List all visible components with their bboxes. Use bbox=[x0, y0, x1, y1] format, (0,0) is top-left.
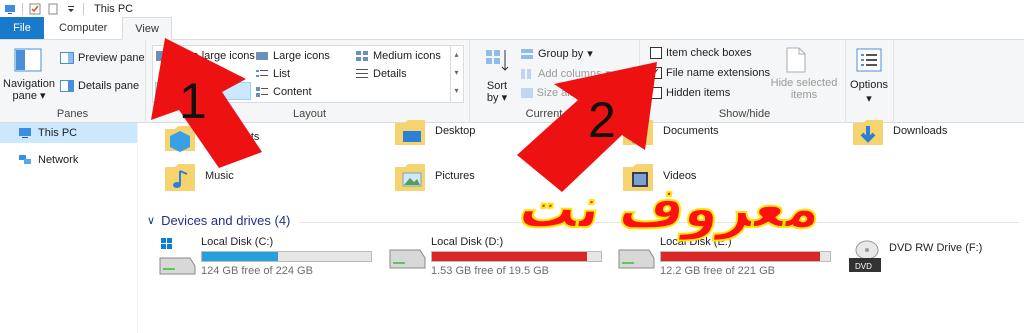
layout-gallery-scroll[interactable]: ▴ ▾ ▾ bbox=[450, 46, 462, 102]
drive-c[interactable]: Local Disk (C:) 124 GB free of 224 GB bbox=[157, 236, 387, 280]
layout-details[interactable]: Details bbox=[355, 68, 407, 80]
navigation-pane-label: Navigation pane bbox=[3, 78, 55, 102]
tab-view[interactable]: View bbox=[122, 17, 172, 40]
drive-name: DVD RW Drive (F:) bbox=[889, 242, 983, 254]
group-by-button[interactable]: Group by ▾ bbox=[520, 47, 593, 60]
drive-d[interactable]: Local Disk (D:) 1.53 GB free of 19.5 GB bbox=[387, 236, 617, 280]
sort-by-icon bbox=[484, 48, 510, 79]
drive-usage-bar bbox=[660, 251, 831, 262]
show-hide-group: Item check boxes ✓ File name extensions … bbox=[644, 40, 846, 123]
details-pane-button[interactable]: Details pane bbox=[60, 80, 139, 92]
nav-item-network[interactable]: Network bbox=[0, 150, 137, 170]
nav-item-this-pc[interactable]: This PC bbox=[0, 123, 137, 143]
separator bbox=[83, 3, 84, 15]
customize-quick-access-icon[interactable] bbox=[65, 3, 77, 15]
watermark-text: معروف نت bbox=[514, 175, 826, 242]
hidden-items-checkbox[interactable] bbox=[650, 87, 662, 99]
drive-usage-fill bbox=[202, 252, 279, 261]
system-drive-icon bbox=[159, 238, 196, 275]
size-all-columns-button[interactable]: Size all columns to fit bbox=[520, 87, 640, 99]
folder-desktop[interactable]: Desktop bbox=[393, 115, 475, 147]
drive-f[interactable]: DVD DVD RW Drive (F:) bbox=[845, 236, 1024, 280]
new-folder-icon[interactable] bbox=[47, 3, 59, 15]
desktop-folder-icon bbox=[395, 120, 425, 145]
downloads-folder-icon bbox=[853, 120, 883, 145]
drive-usage-fill bbox=[432, 252, 588, 261]
current-view-group: Sort by ▾ Group by ▾ Add columns ▾ Size … bbox=[474, 40, 640, 123]
panes-group-label: Panes bbox=[56, 108, 89, 120]
add-columns-button[interactable]: Add columns ▾ bbox=[520, 67, 611, 80]
preview-pane-label: Preview pane bbox=[78, 52, 145, 64]
options-icon bbox=[856, 48, 882, 77]
file-name-extensions-checkbox[interactable]: ✓ bbox=[650, 67, 662, 79]
preview-pane-icon bbox=[60, 52, 74, 64]
devices-section-title: Devices and drives (4) bbox=[161, 213, 291, 228]
drive-free-space: 1.53 GB free of 19.5 GB bbox=[431, 265, 550, 277]
pc-icon[interactable] bbox=[4, 3, 16, 15]
details-pane-icon bbox=[60, 80, 74, 92]
options-group: Options ▾ bbox=[846, 40, 894, 123]
size-columns-icon bbox=[521, 88, 533, 98]
network-icon bbox=[19, 155, 31, 164]
dvd-drive-icon: DVD bbox=[849, 240, 881, 272]
item-check-boxes-toggle[interactable]: Item check boxes bbox=[650, 47, 752, 59]
layout-group: Extra large icons Large icons Medium ico… bbox=[150, 40, 470, 123]
tab-computer[interactable]: Computer bbox=[44, 17, 122, 39]
folder-pictures[interactable]: Pictures bbox=[393, 159, 475, 193]
separator bbox=[22, 3, 23, 15]
layout-large-icons[interactable]: Large icons bbox=[255, 50, 330, 62]
ribbon-tabs: File Computer View bbox=[0, 17, 1024, 40]
folder-music[interactable]: Music bbox=[163, 159, 234, 193]
music-folder-icon bbox=[165, 164, 195, 191]
devices-section-header[interactable]: ∨ Devices and drives (4) bbox=[147, 213, 290, 228]
add-columns-icon bbox=[521, 68, 531, 79]
drive-usage-bar bbox=[201, 251, 372, 262]
drive-name: Local Disk (D:) bbox=[431, 236, 504, 248]
navigation-pane-icon bbox=[14, 48, 42, 72]
drive-free-space: 124 GB free of 224 GB bbox=[201, 265, 313, 277]
drive-usage-bar bbox=[431, 251, 602, 262]
hidden-items-toggle[interactable]: Hidden items bbox=[650, 87, 730, 99]
this-pc-icon bbox=[19, 128, 31, 138]
layout-tiles-selected[interactable] bbox=[155, 82, 251, 100]
layout-medium-icons[interactable]: Medium icons bbox=[355, 50, 441, 62]
hard-drive-icon bbox=[618, 249, 655, 269]
hide-selected-icon bbox=[784, 46, 808, 77]
tab-file[interactable]: File bbox=[0, 17, 44, 39]
preview-pane-button[interactable]: Preview pane bbox=[60, 52, 145, 64]
panes-group: Navigation pane ▾ Preview pane Details p… bbox=[0, 40, 146, 123]
item-check-boxes-checkbox[interactable] bbox=[650, 47, 662, 59]
layout-extra-large-icons[interactable]: Extra large icons bbox=[155, 50, 255, 62]
group-by-icon bbox=[521, 48, 533, 59]
svg-text:DVD: DVD bbox=[855, 262, 872, 271]
folder-3d-objects[interactable]: 3D Objects bbox=[163, 121, 259, 153]
window-title: This PC bbox=[94, 3, 134, 15]
hide-selected-items-button[interactable]: Hide selected items bbox=[766, 77, 842, 101]
current-view-group-label: Current view bbox=[525, 108, 588, 120]
navigation-pane: This PC Network bbox=[0, 123, 138, 333]
file-name-extensions-toggle[interactable]: ✓ File name extensions bbox=[650, 67, 770, 79]
3d-objects-folder-icon bbox=[165, 126, 195, 152]
folder-documents[interactable]: Documents bbox=[621, 115, 719, 147]
title-bar: This PC bbox=[0, 0, 1024, 18]
sort-by-button[interactable]: Sort by ▾ bbox=[484, 80, 510, 104]
details-pane-label: Details pane bbox=[78, 80, 140, 92]
documents-folder-icon bbox=[623, 120, 653, 145]
drive-e[interactable]: Local Disk (E:) 12.2 GB free of 221 GB bbox=[616, 236, 846, 280]
pictures-folder-icon bbox=[395, 164, 425, 191]
chevron-down-icon[interactable]: ∨ bbox=[147, 214, 155, 227]
layout-content[interactable]: Content bbox=[255, 86, 312, 98]
drive-usage-fill bbox=[661, 252, 820, 261]
properties-icon[interactable] bbox=[29, 3, 41, 15]
drive-free-space: 12.2 GB free of 221 GB bbox=[660, 265, 775, 277]
ribbon: Navigation pane ▾ Preview pane Details p… bbox=[0, 40, 1024, 123]
hard-drive-icon bbox=[389, 249, 426, 269]
drive-name: Local Disk (C:) bbox=[201, 236, 274, 248]
navigation-pane-button[interactable]: Navigation pane ▾ bbox=[2, 78, 56, 102]
options-button[interactable]: Options ▾ bbox=[846, 78, 892, 106]
folder-downloads[interactable]: Downloads bbox=[851, 115, 947, 147]
layout-list[interactable]: List bbox=[255, 68, 290, 80]
